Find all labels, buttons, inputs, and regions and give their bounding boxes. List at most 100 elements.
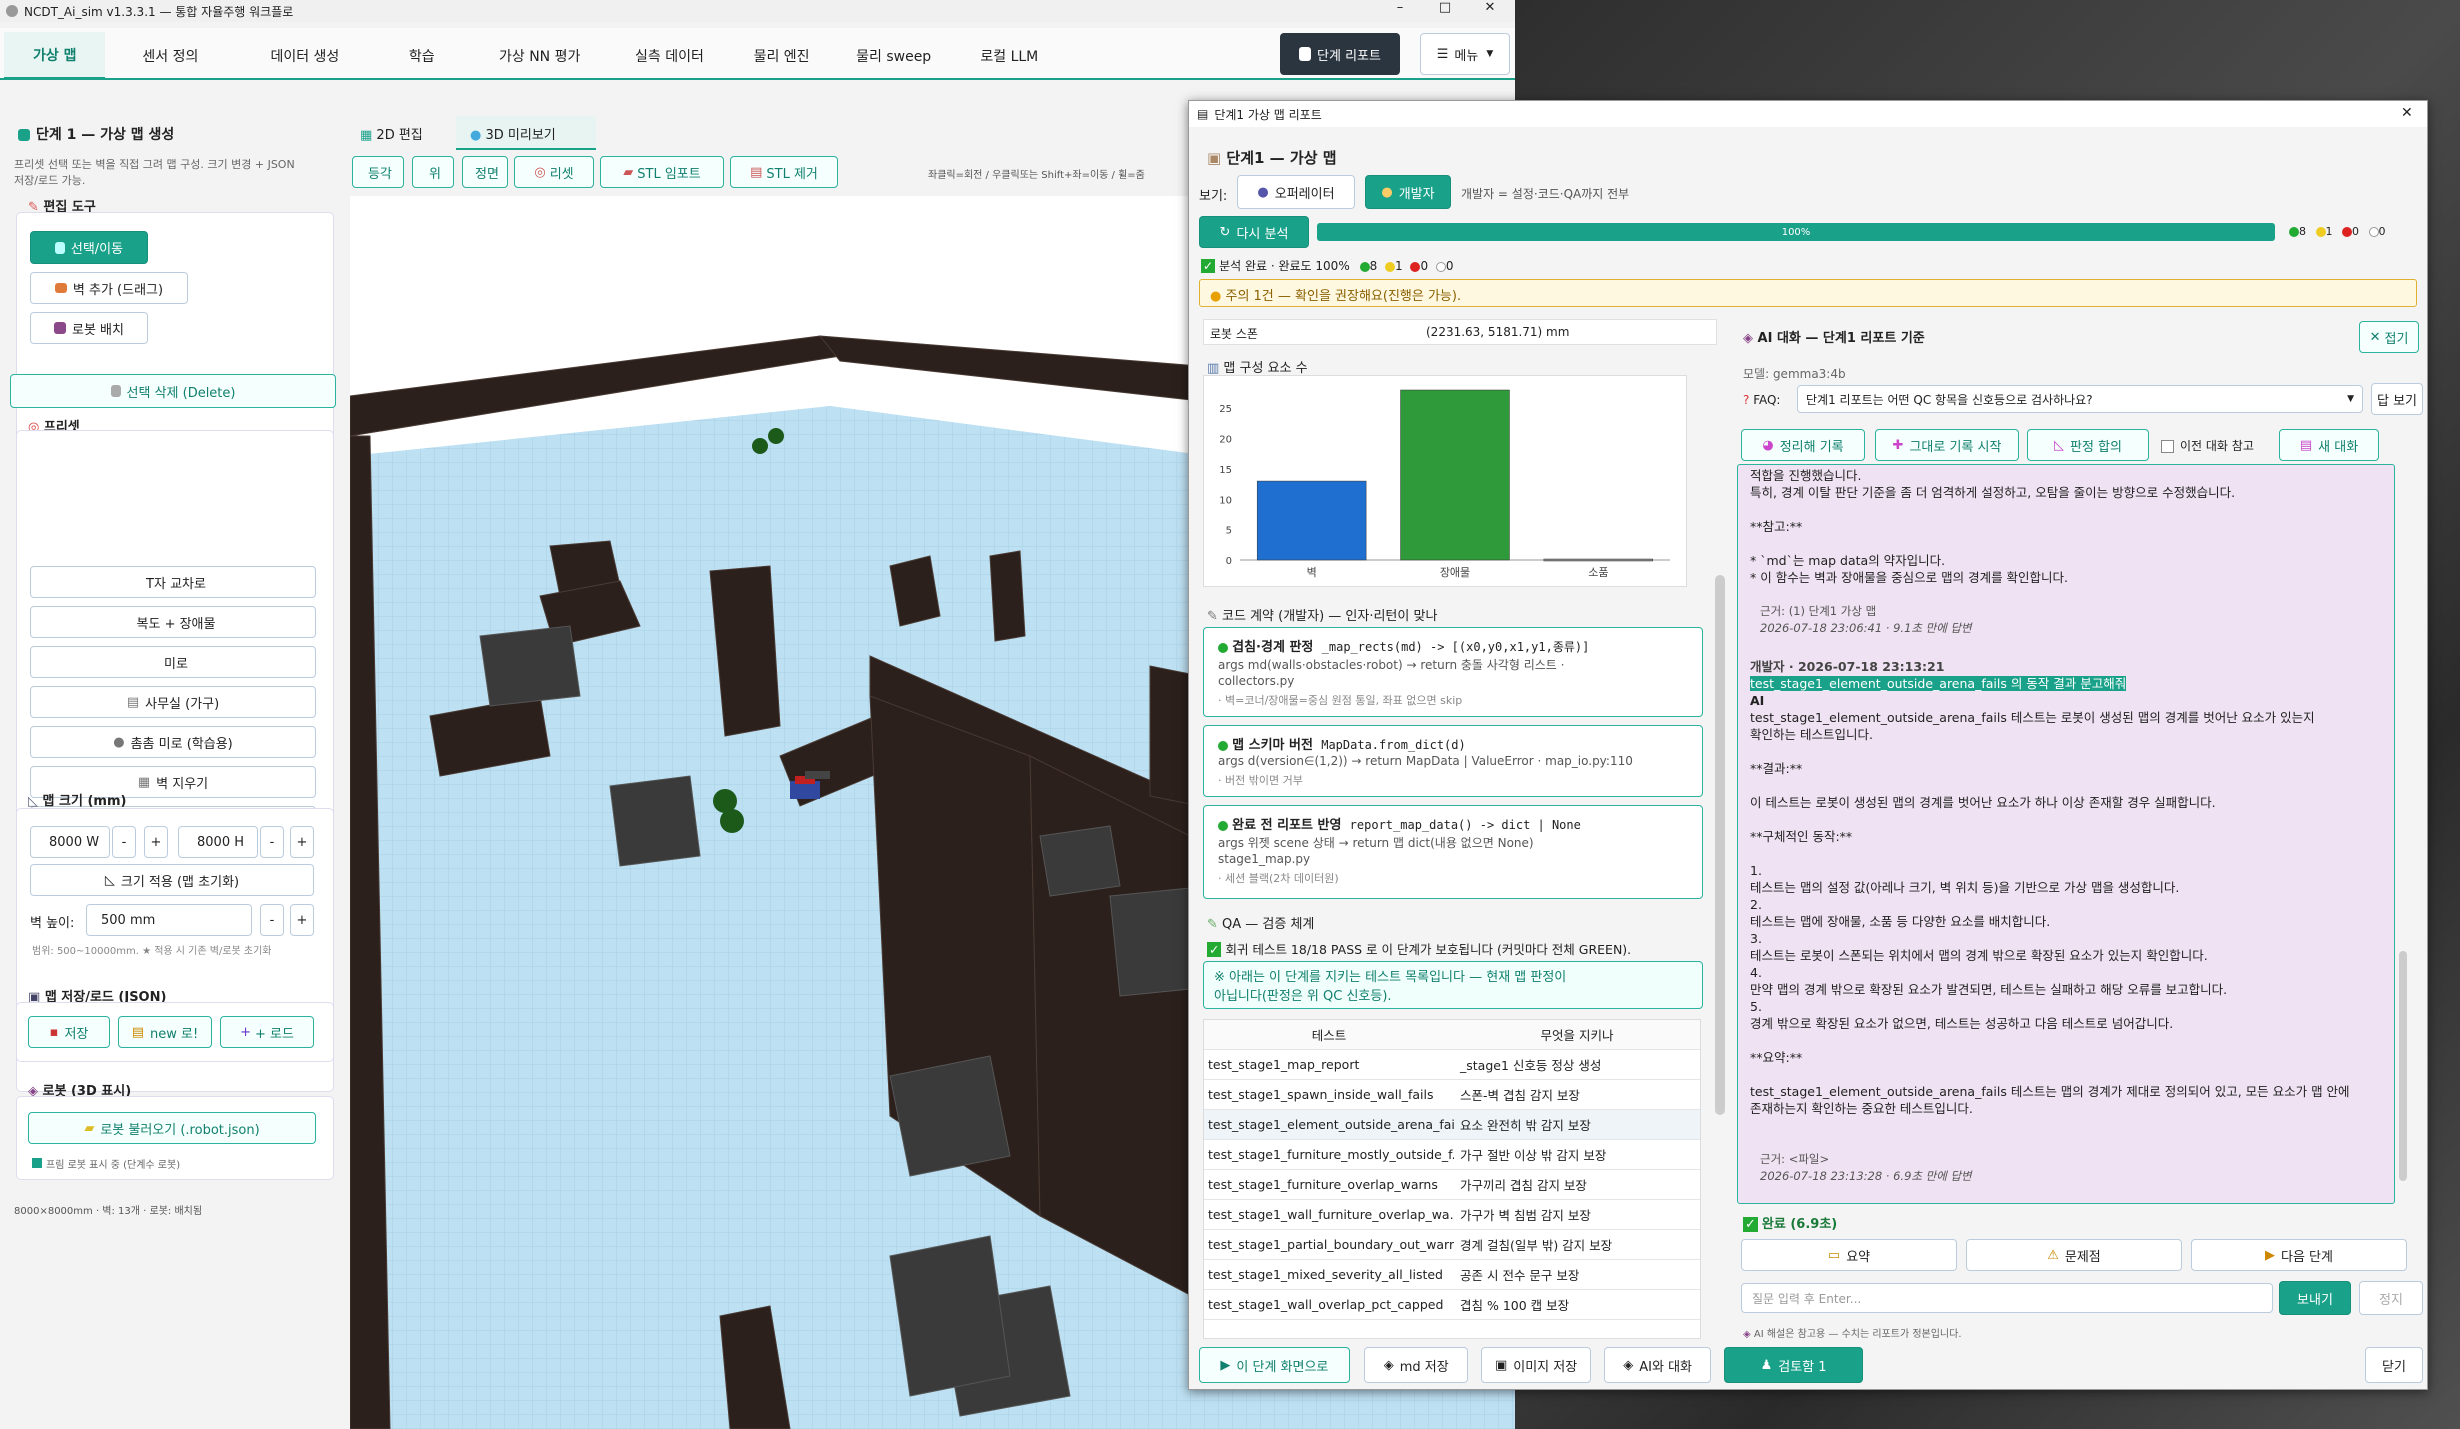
wall-height-minus[interactable]: - [260,904,284,936]
send-button[interactable]: 보내기 [2279,1281,2351,1315]
width-minus[interactable]: - [112,826,136,858]
report-title: ▣ 단계1 — 가상 맵 [1207,149,1337,167]
chat-log[interactable]: 적합을 진행했습니다. 특히, 경계 이탈 판단 기준을 좀 더 엄격하게 설정하… [1737,464,2395,1204]
tab-3d-preview[interactable]: ● 3D 미리보기 [456,116,596,150]
chat-line: 특히, 경계 이탈 판단 기준을 좀 더 엄격하게 설정하고, 오탐을 줄이는 … [1750,485,2236,500]
chat-scrollbar[interactable] [2399,951,2407,1181]
ai-action-0[interactable]: ◕ 정리해 기록 [1741,429,1865,461]
table-row[interactable]: test_stage1_wall_furniture_overlap_wa...… [1204,1200,1700,1230]
ai-action-2[interactable]: ◺ 판정 합의 [2027,429,2149,461]
bottom-icon: ▣ [1494,1357,1508,1373]
delete-selected-button[interactable]: 선택 삭제 (Delete) [10,374,336,408]
chat-line: 테스트는 맵에 장애물, 소품 등 다양한 요소를 배치합니다. [1750,914,2051,929]
chat-line: test_stage1_element_outside_arena_fails … [1750,1084,2350,1099]
yellow-dot-icon [2315,227,2326,237]
bottom-button-4[interactable]: ♟ 검토함 1 [1724,1347,1864,1383]
tab-5[interactable]: 실측 데이터 [610,32,728,80]
tab-7[interactable]: 물리 sweep [835,32,953,80]
faq-select[interactable]: 단계1 리포트는 어떤 QC 항목을 신호등으로 검사하나요? ▼ [1797,385,2363,413]
report-close-x[interactable]: ✕ [2401,105,2413,121]
menu-button[interactable]: ☰ 메뉴 ▼ [1420,33,1510,75]
table-row[interactable]: test_stage1_element_outside_arena_fails 요… [1204,1110,1700,1140]
show-answer-button[interactable]: 답 보기 [2371,383,2423,415]
question-input[interactable]: 질문 입력 후 Enter... [1741,1283,2273,1313]
maximize-button[interactable]: □ [1425,0,1465,22]
chat-line [1750,1117,2382,1134]
bottom-button-2[interactable]: ▣ 이미지 저장 [1481,1347,1592,1383]
tab-6[interactable]: 물리 엔진 [728,32,834,80]
new-button[interactable]: ▤ new 로! [118,1016,212,1048]
folder-icon: ▰ [84,1120,95,1136]
place-robot-button[interactable]: 로봇 배치 [30,312,148,344]
table-row[interactable]: test_stage1_spawn_inside_wall_fails 스폰-벽 … [1204,1080,1700,1110]
load-robot-button[interactable]: ▰ 로봇 불러오기 (.robot.json) [28,1112,316,1144]
tab-2[interactable]: 데이터 생성 [235,32,374,80]
quick-button-2[interactable]: ▶ 다음 단계 [2191,1239,2407,1271]
preset-button-1[interactable]: 복도 + 장애물 [30,606,316,638]
ai-action-4[interactable]: ▤ 새 대화 [2279,429,2379,461]
tab-2d-edit[interactable]: ▦ 2D 편집 [360,124,423,143]
tests-note-box: ※ 아래는 이 단계를 지키는 테스트 목록입니다 — 현재 맵 판정이 아닙니… [1203,961,1703,1009]
tab-8[interactable]: 로컬 LLM [953,32,1066,80]
table-row[interactable]: test_stage1_partial_boundary_out_warns 경계… [1204,1230,1700,1260]
tab-3[interactable]: 학습 [375,32,469,80]
tab-0[interactable]: 가상 맵 [4,32,106,80]
add-wall-button[interactable]: 벽 추가 (드래그) [30,272,188,304]
height-plus[interactable]: + [290,826,314,858]
view-button-1[interactable]: 위 [412,156,454,188]
load-button[interactable]: + + 로드 [220,1016,314,1048]
preset-button-0[interactable]: T자 교차로 [30,566,316,598]
table-row[interactable]: test_stage1_mixed_severity_all_listed 공존 … [1204,1260,1700,1290]
preset-icon: ● [113,734,125,750]
table-row[interactable]: test_stage1_furniture_overlap_warns 가구끼리 … [1204,1170,1700,1200]
save-button[interactable]: ▪ 저장 [28,1016,110,1048]
close-report-button[interactable]: 닫기 [2365,1347,2423,1383]
height-minus[interactable]: - [260,826,284,858]
table-row[interactable]: test_stage1_furniture_mostly_outside_f..… [1204,1140,1700,1170]
quick-button-0[interactable]: ▭ 요약 [1741,1239,1957,1271]
progress-fill: 100% [1317,223,2275,241]
reanalyze-button[interactable]: ↻ 다시 분석 [1199,216,1309,248]
tab-1[interactable]: 센서 정의 [105,32,235,80]
bar-0 [1256,480,1367,561]
stop-button[interactable]: 정지 [2359,1281,2423,1315]
tab-4[interactable]: 가상 NN 평가 [469,32,611,80]
stage-report-button[interactable]: 단계 리포트 [1280,33,1400,75]
quick-button-1[interactable]: ⚠ 문제점 [1966,1239,2182,1271]
report-content[interactable]: 로봇 스폰 (2231.63, 5181.71) mm ▥ 맵 구성 요소 수 … [1197,315,1727,1340]
bottom-button-0[interactable]: ▶ 이 단계 화면으로 [1199,1347,1350,1383]
table-row[interactable]: test_stage1_map_report _stage1 신호등 정상 생성 [1204,1050,1700,1080]
check-icon: ✓ [1207,942,1222,957]
select-move-button[interactable]: 선택/이동 [30,231,148,264]
menu-icon: ☰ [1436,46,1449,62]
chat-line: 확인하는 테스트입니다. [1750,727,1873,742]
view-button-5[interactable]: ▤ STL 제거 [730,156,838,188]
height-input[interactable]: 8000 H [178,826,258,858]
prev-chat-checkbox[interactable]: 이전 대화 참고 [2161,437,2254,454]
apply-size-button[interactable]: ◺ 크기 적용 (맵 초기화) [30,864,314,896]
width-input[interactable]: 8000 W [30,826,110,858]
bottom-icon: ♟ [1760,1357,1773,1373]
wall-height-plus[interactable]: + [290,904,314,936]
view-button-3[interactable]: ◎ 리셋 [514,156,594,188]
view-button-0[interactable]: 등각 [352,156,404,188]
close-window-button[interactable]: ✕ [1468,0,1512,22]
fold-button[interactable]: ✕ 접기 [2359,321,2419,353]
robot-check[interactable]: 프림 로봇 표시 중 (단계수 로봇) [32,1156,180,1171]
minimize-button[interactable]: – [1380,0,1420,22]
developer-view-button[interactable]: ● 개발자 [1365,175,1451,209]
report-scrollbar[interactable] [1715,575,1725,1115]
bar-1 [1400,389,1510,561]
bottom-button-3[interactable]: ◈ AI와 대화 [1604,1347,1712,1383]
preset-button-3[interactable]: ▤ 사무실 (가구) [30,686,316,718]
operator-view-button[interactable]: ● 오퍼레이터 [1237,175,1355,209]
preset-button-2[interactable]: 미로 [30,646,316,678]
view-button-4[interactable]: ▰ STL 임포트 [600,156,724,188]
width-plus[interactable]: + [144,826,168,858]
ai-action-1[interactable]: ✚ 그대로 기록 시작 [1875,429,2019,461]
wall-height-input[interactable]: 500 mm [86,904,252,936]
preset-button-4[interactable]: ● 촘촘 미로 (학습용) [30,726,316,758]
bottom-button-1[interactable]: ◈ md 저장 [1364,1347,1469,1383]
view-button-2[interactable]: 정면 [462,156,508,188]
table-row[interactable]: test_stage1_wall_overlap_pct_capped 겹침 % … [1204,1290,1700,1320]
